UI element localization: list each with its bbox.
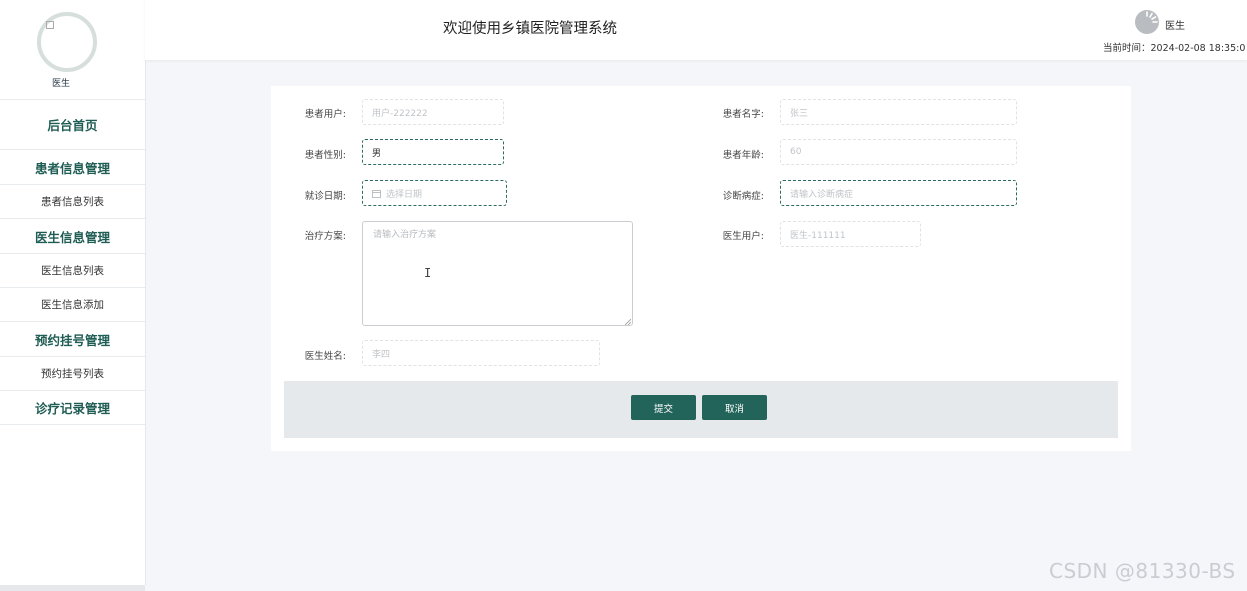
header-user-name[interactable]: 医生 [1165,17,1185,32]
patient-age-field[interactable]: 60 [780,139,1017,165]
resize-handle-icon[interactable] [624,318,632,326]
treatment-textarea[interactable]: 请输入治疗方案 [362,221,633,326]
edit-form: 患者用户: 用户-222222 患者名字: 张三 患者性别: 男 患者年龄: 6… [271,86,1131,451]
doctor-name-field[interactable]: 李四 [362,340,600,366]
visit-date-picker[interactable]: 选择日期 [362,180,507,206]
sidebar-item-patient-list[interactable]: 患者信息列表 [0,184,145,218]
sidebar-group-doctor[interactable]: 医生信息管理 [0,218,145,253]
patient-age-label: 患者年龄: [722,150,764,161]
submit-button[interactable]: 提交 [631,395,696,420]
calendar-icon [372,189,381,198]
current-time: 当前时间：2024-02-08 18:35:0 [1103,40,1245,54]
diagnosis-label: 诊断病症: [722,191,764,202]
sidebar-group-booking[interactable]: 预约挂号管理 [0,321,145,356]
header: 欢迎使用乡镇医院管理系统 医生 当前时间：2024-02-08 18:35:0 [145,0,1247,60]
sidebar-item-doctor-list[interactable]: 医生信息列表 [0,253,145,287]
sidebar-item-home[interactable]: 后台首页 [0,99,145,149]
form-actions: 提交 取消 [284,381,1118,438]
patient-name-field[interactable]: 张三 [780,99,1017,125]
current-time-value: 2024-02-08 18:35:0 [1150,43,1246,54]
doctor-user-field[interactable]: 医生-111111 [780,221,921,247]
patient-name-label: 患者名字: [722,109,764,120]
sidebar-group-patient[interactable]: 患者信息管理 [0,149,145,184]
doctor-user-label: 医生用户: [722,231,764,242]
broken-image-icon [46,21,54,32]
patient-gender-field[interactable]: 男 [362,139,504,165]
patient-user-field[interactable]: 用户-222222 [362,99,504,125]
current-time-label: 当前时间： [1103,43,1151,54]
sidebar-menu: 后台首页 患者信息管理 患者信息列表 医生信息管理 医生信息列表 医生信息添加 … [0,99,145,425]
visit-date-label: 就诊日期: [304,191,346,202]
text-cursor-icon: I [424,266,432,280]
diagnosis-field[interactable]: 请输入诊断病症 [780,180,1017,206]
sidebar-item-booking-list[interactable]: 预约挂号列表 [0,356,145,390]
loading-icon[interactable] [1134,9,1160,35]
sidebar-scrollbar[interactable] [0,585,145,591]
visit-date-placeholder: 选择日期 [386,189,423,200]
doctor-name-label: 医生姓名: [304,351,346,362]
sidebar-item-doctor-add[interactable]: 医生信息添加 [0,287,145,321]
page-title: 欢迎使用乡镇医院管理系统 [443,21,617,37]
patient-gender-label: 患者性别: [304,150,346,161]
watermark: CSDN @81330-BS [1049,559,1236,583]
avatar[interactable] [37,12,97,72]
sidebar-group-records[interactable]: 诊疗记录管理 [0,390,145,425]
sidebar-role: 医生 [51,79,70,89]
patient-user-label: 患者用户: [304,109,346,120]
sidebar: 医生 后台首页 患者信息管理 患者信息列表 医生信息管理 医生信息列表 医生信息… [0,0,146,585]
treatment-placeholder: 请输入治疗方案 [373,230,437,240]
cancel-button[interactable]: 取消 [702,395,767,420]
treatment-label: 治疗方案: [304,231,346,242]
